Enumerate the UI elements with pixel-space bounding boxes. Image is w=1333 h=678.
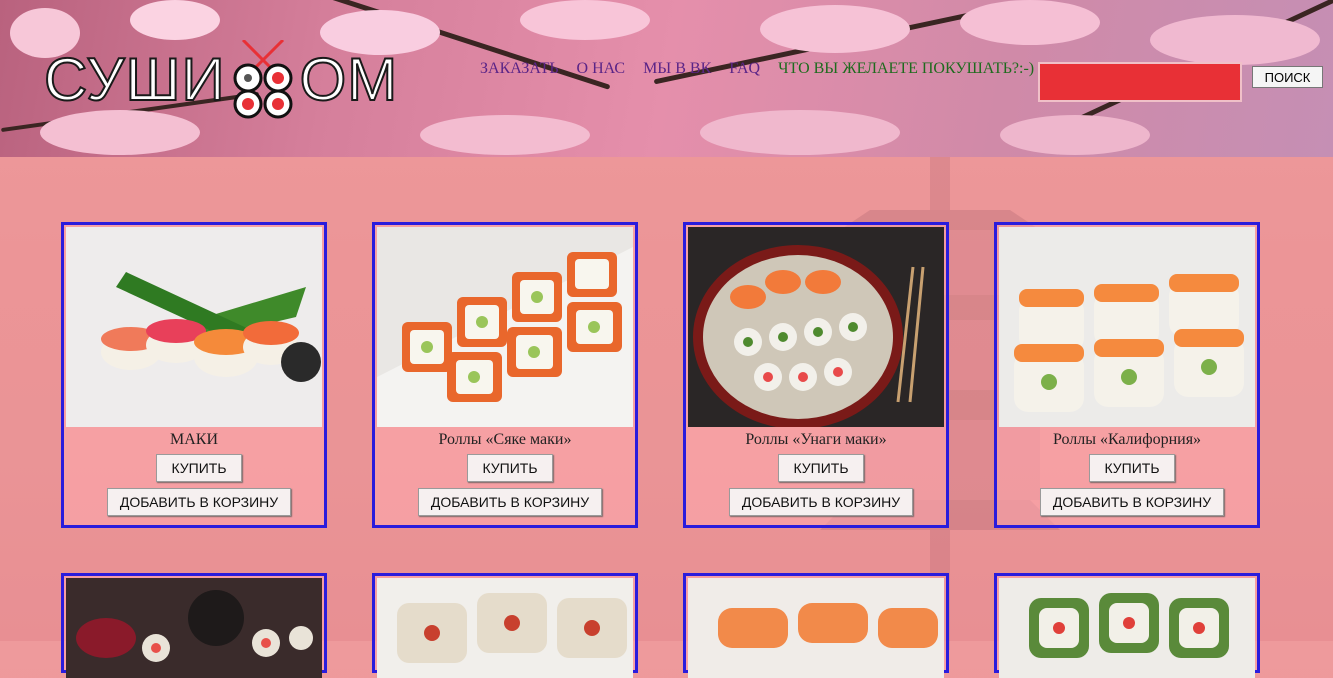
product-image[interactable]: [999, 578, 1255, 678]
blossom-decoration: [960, 0, 1100, 45]
nav-vk[interactable]: МЫ В ВК: [643, 60, 711, 77]
sake-maki-image: [377, 227, 633, 427]
search-button[interactable]: ПОИСК: [1252, 66, 1323, 88]
add-to-cart-button[interactable]: ДОБАВИТЬ В КОРЗИНУ: [418, 488, 602, 516]
product-image[interactable]: [377, 227, 633, 427]
nav-about[interactable]: О НАС: [577, 60, 626, 77]
search-input[interactable]: [1038, 62, 1242, 102]
buy-button[interactable]: КУПИТЬ: [156, 454, 242, 482]
product-image[interactable]: [999, 227, 1255, 427]
add-to-cart-button[interactable]: ДОБАВИТЬ В КОРЗИНУ: [1040, 488, 1224, 516]
product-card: [61, 573, 327, 678]
product-name: Роллы «Калифорния»: [1052, 431, 1202, 448]
green-roll-image: [999, 578, 1255, 678]
site-logo[interactable]: СУШИ ОМ: [43, 40, 399, 119]
buy-button[interactable]: КУПИТЬ: [1089, 454, 1175, 482]
product-name: Роллы «Унаги маки»: [745, 431, 887, 448]
nav-faq[interactable]: FAQ: [729, 60, 760, 77]
logo-text-left: СУШИ: [43, 46, 226, 113]
blossom-decoration: [1150, 15, 1320, 65]
blossom-decoration: [40, 110, 200, 155]
blossom-decoration: [420, 115, 590, 155]
main-nav: ЗАКАЗАТЬ О НАС МЫ В ВК FAQ ЧТО ВЫ ЖЕЛАЕТ…: [480, 60, 1034, 78]
product-card: МАКИ КУПИТЬ ДОБАВИТЬ В КОРЗИНУ: [61, 222, 327, 528]
product-card: [372, 573, 638, 678]
add-to-cart-button[interactable]: ДОБАВИТЬ В КОРЗИНУ: [729, 488, 913, 516]
buy-button[interactable]: КУПИТЬ: [467, 454, 553, 482]
product-card: Роллы «Сяке маки» КУПИТЬ ДОБАВИТЬ В КОРЗ…: [372, 222, 638, 528]
product-card: Роллы «Унаги маки» КУПИТЬ ДОБАВИТЬ В КОР…: [683, 222, 949, 528]
site-header: СУШИ ОМ ЗАКАЗАТЬ О НАС МЫ В ВК FAQ ЧТО В…: [0, 0, 1333, 157]
product-card: [683, 573, 949, 678]
unagi-maki-image: [688, 227, 944, 427]
sesame-roll-image: [377, 578, 633, 678]
nigiri-image: [66, 227, 322, 427]
sushi-set-image: [66, 578, 322, 678]
blossom-decoration: [700, 110, 900, 155]
blossom-decoration: [520, 0, 650, 40]
blossom-decoration: [760, 5, 910, 53]
product-image[interactable]: [66, 227, 322, 427]
sushi-logo-icon: [233, 40, 293, 119]
logo-text-right: ОМ: [299, 46, 399, 113]
blossom-decoration: [130, 0, 220, 40]
buy-button[interactable]: КУПИТЬ: [778, 454, 864, 482]
blossom-decoration: [1000, 115, 1150, 155]
product-image[interactable]: [377, 578, 633, 678]
nav-order[interactable]: ЗАКАЗАТЬ: [480, 60, 559, 77]
california-roll-image: [999, 227, 1255, 427]
add-to-cart-button[interactable]: ДОБАВИТЬ В КОРЗИНУ: [107, 488, 291, 516]
salmon-roll-image: [688, 578, 944, 678]
product-image[interactable]: [688, 227, 944, 427]
product-card: Роллы «Калифорния» КУПИТЬ ДОБАВИТЬ В КОР…: [994, 222, 1260, 528]
search-prompt: ЧТО ВЫ ЖЕЛАЕТЕ ПОКУШАТЬ?:-): [778, 60, 1035, 77]
product-image[interactable]: [688, 578, 944, 678]
product-card: [994, 573, 1260, 678]
product-image[interactable]: [66, 578, 322, 678]
product-name: Роллы «Сяке маки»: [438, 431, 572, 448]
product-name: МАКИ: [169, 431, 218, 448]
